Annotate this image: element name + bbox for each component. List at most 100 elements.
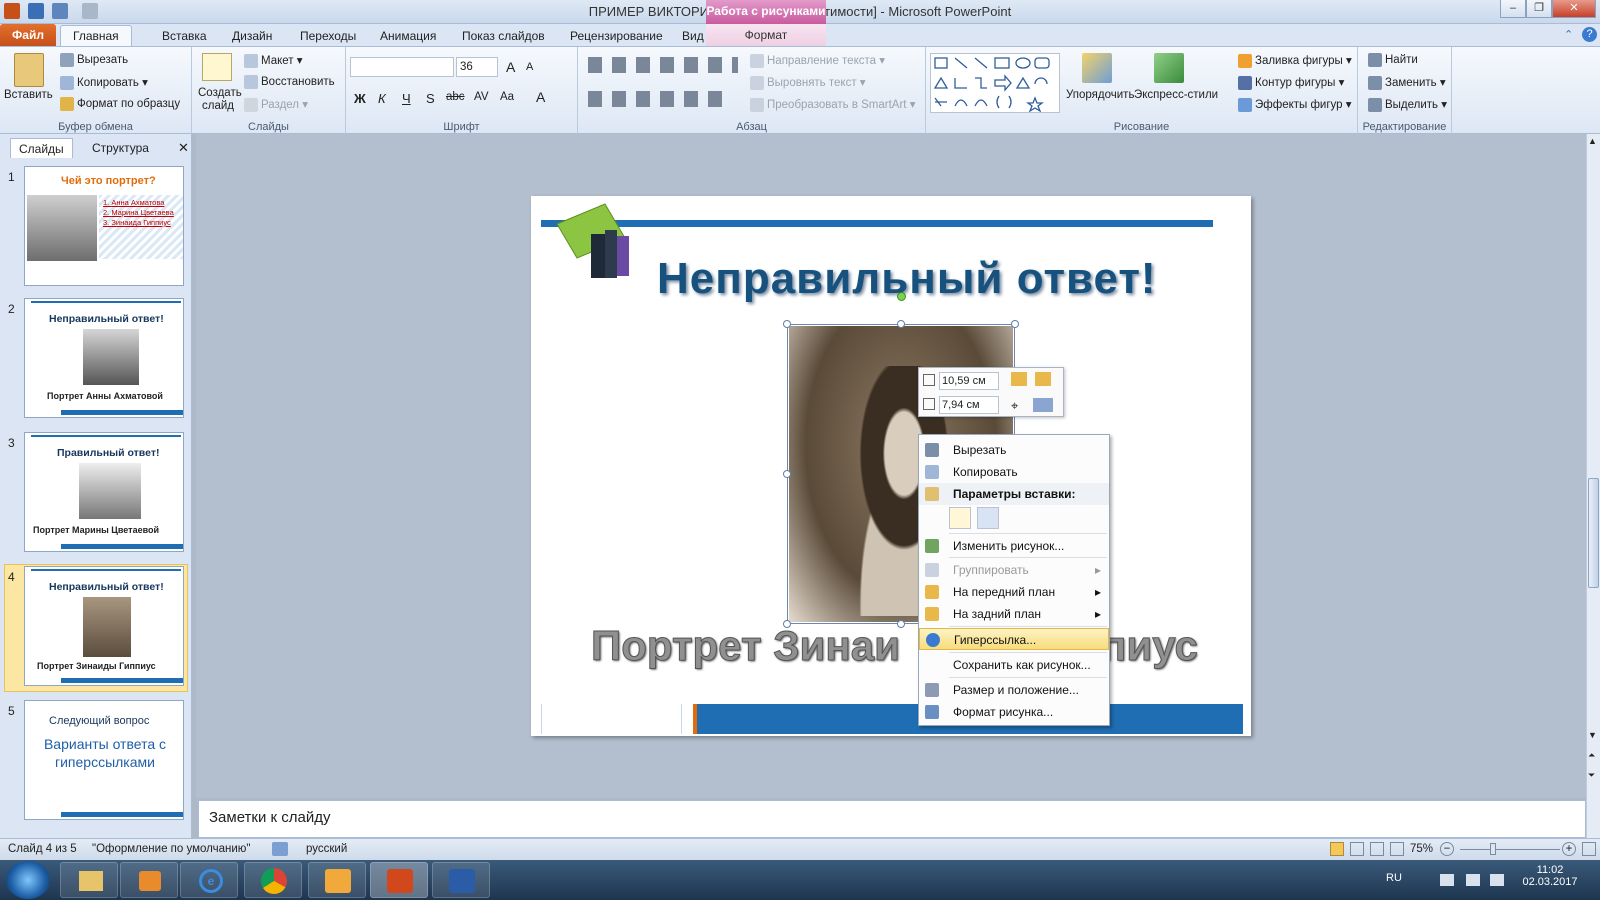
tab-insert[interactable]: Вставка [152, 27, 217, 46]
font-color-button[interactable]: A [536, 89, 545, 105]
zoom-slider-thumb[interactable] [1490, 843, 1496, 855]
tab-animation[interactable]: Анимация [370, 27, 446, 46]
slide-thumb-4[interactable]: Неправильный ответ! Портрет Зинаиды Гипп… [24, 566, 184, 686]
shrink-font-button[interactable]: A [526, 61, 533, 73]
slide[interactable]: Неправильный ответ! Портрет Зинаи пиус [531, 196, 1251, 736]
slide-thumb-1[interactable]: Чей это портрет? 1. Анна Ахматова 2. Мар… [24, 166, 184, 286]
resize-handle[interactable] [1011, 320, 1019, 328]
bold-button[interactable]: Ж [354, 91, 366, 106]
minimize-button[interactable]: – [1500, 0, 1526, 18]
collapse-ribbon-icon[interactable]: ⌃ [1564, 28, 1576, 41]
tab-outline[interactable]: Структура [84, 138, 157, 158]
start-button[interactable] [6, 861, 50, 899]
picture-style-icon[interactable] [1033, 398, 1053, 412]
align-text-button[interactable]: Выровнять текст ▾ [750, 75, 866, 90]
fit-window-icon[interactable] [1582, 842, 1596, 856]
ie-taskbar-button[interactable]: e [180, 862, 238, 898]
flag-icon[interactable] [1440, 874, 1454, 886]
tab-review[interactable]: Рецензирование [560, 27, 673, 46]
paste-button[interactable]: Вставить [4, 89, 53, 101]
italic-button[interactable]: К [378, 91, 386, 106]
replace-button[interactable]: Заменить ▾ [1368, 75, 1446, 90]
scroll-up-icon[interactable]: ▲ [1588, 136, 1597, 146]
paste-keep-icon[interactable] [949, 507, 971, 529]
slide-thumb-5[interactable]: Следующий вопрос Варианты ответа с гипер… [24, 700, 184, 820]
bring-forward-icon[interactable] [1011, 372, 1027, 386]
volume-icon[interactable] [1490, 874, 1504, 886]
menu-item-format-picture[interactable]: Формат рисунка... [919, 701, 1109, 723]
reset-button[interactable]: Восстановить [244, 75, 335, 89]
theme-name[interactable]: "Оформление по умолчанию" [92, 839, 250, 859]
scroll-thumb[interactable] [1588, 478, 1599, 588]
text-direction-button[interactable]: Направление текста ▾ [750, 53, 885, 68]
help-icon[interactable]: ? [1582, 27, 1597, 42]
resize-handle[interactable] [783, 470, 791, 478]
word-taskbar-button[interactable] [432, 862, 490, 898]
sorter-view-icon[interactable] [1350, 842, 1364, 856]
network-icon[interactable] [1466, 874, 1480, 886]
change-case-button[interactable]: Aa [500, 91, 514, 103]
find-button[interactable]: Найти [1368, 53, 1418, 67]
slide-title[interactable]: Неправильный ответ! [657, 254, 1237, 304]
tab-transitions[interactable]: Переходы [290, 27, 366, 46]
tab-file[interactable]: Файл [0, 24, 56, 46]
menu-item-copy[interactable]: Копировать [919, 461, 1109, 483]
shape-effects-button[interactable]: Эффекты фигур ▾ [1238, 97, 1352, 112]
font-name-combo[interactable] [350, 57, 454, 77]
menu-item-send-back[interactable]: На задний план ▸ [919, 603, 1109, 625]
height-input[interactable]: 10,59 см [939, 372, 999, 390]
format-painter-button[interactable]: Формат по образцу [60, 97, 180, 111]
new-slide-button[interactable]: Создать слайд [198, 87, 242, 113]
quick-styles-button[interactable]: Экспресс-стили [1134, 89, 1218, 101]
copy-button[interactable]: Копировать ▾ [60, 75, 148, 90]
outlook-taskbar-button[interactable] [308, 862, 366, 898]
powerpoint-taskbar-button[interactable] [370, 862, 428, 898]
notes-area[interactable]: Заметки к слайду [198, 800, 1586, 838]
arrange-button[interactable]: Упорядочить [1066, 89, 1134, 101]
slideshow-view-icon[interactable] [1390, 842, 1404, 856]
cut-button[interactable]: Вырезать [60, 53, 128, 67]
slide-caption[interactable]: Портрет Зинаи [591, 622, 901, 670]
send-backward-icon[interactable] [1035, 372, 1051, 386]
crop-icon[interactable]: ⌖ [1011, 398, 1027, 413]
align-buttons-icon[interactable] [588, 91, 728, 107]
select-button[interactable]: Выделить ▾ [1368, 97, 1447, 112]
menu-item-hyperlink[interactable]: Гиперссылка... [919, 628, 1109, 650]
restore-button[interactable]: ❐ [1526, 0, 1552, 18]
close-button[interactable]: ✕ [1552, 0, 1596, 18]
resize-handle[interactable] [897, 320, 905, 328]
shape-fill-button[interactable]: Заливка фигуры ▾ [1238, 53, 1352, 68]
tab-slides[interactable]: Слайды [10, 138, 73, 158]
next-slide-icon[interactable]: ⏷ [1588, 770, 1595, 781]
zoom-slider[interactable] [1460, 849, 1560, 850]
tab-design[interactable]: Дизайн [222, 27, 282, 46]
tab-home[interactable]: Главная [60, 25, 132, 46]
strikethrough-button[interactable]: abc [446, 91, 465, 103]
zoom-out-icon[interactable]: − [1440, 842, 1454, 856]
slide-thumb-2[interactable]: Неправильный ответ! Портрет Анны Ахматов… [24, 298, 184, 418]
underline-button[interactable]: Ч [402, 91, 411, 106]
chrome-taskbar-button[interactable] [244, 862, 302, 898]
width-input[interactable]: 7,94 см [939, 396, 999, 414]
shape-outline-button[interactable]: Контур фигуры ▾ [1238, 75, 1344, 90]
menu-item-cut[interactable]: Вырезать [919, 439, 1109, 461]
layout-button[interactable]: Макет ▾ [244, 53, 303, 68]
menu-item-save-picture[interactable]: Сохранить как рисунок... [919, 654, 1109, 676]
close-pane-icon[interactable]: ✕ [178, 140, 189, 156]
font-size-combo[interactable]: 36 [456, 57, 498, 77]
menu-item-change-picture[interactable]: Изменить рисунок... [919, 535, 1109, 557]
spellcheck-icon[interactable] [272, 842, 288, 856]
list-buttons-icon[interactable] [588, 57, 738, 73]
paste-picture-icon[interactable] [977, 507, 999, 529]
normal-view-icon[interactable] [1330, 842, 1344, 856]
tab-slideshow[interactable]: Показ слайдов [452, 27, 555, 46]
shapes-gallery[interactable] [930, 53, 1060, 113]
input-language[interactable]: RU [1386, 872, 1402, 884]
zoom-in-icon[interactable]: + [1562, 842, 1576, 856]
char-spacing-button[interactable]: AV [474, 91, 489, 103]
tab-picture-format[interactable]: Формат [706, 24, 826, 46]
reading-view-icon[interactable] [1370, 842, 1384, 856]
slide-thumb-3[interactable]: Правильный ответ! Портрет Марины Цветаев… [24, 432, 184, 552]
grow-font-button[interactable]: A [506, 59, 515, 75]
explorer-taskbar-button[interactable] [60, 862, 118, 898]
